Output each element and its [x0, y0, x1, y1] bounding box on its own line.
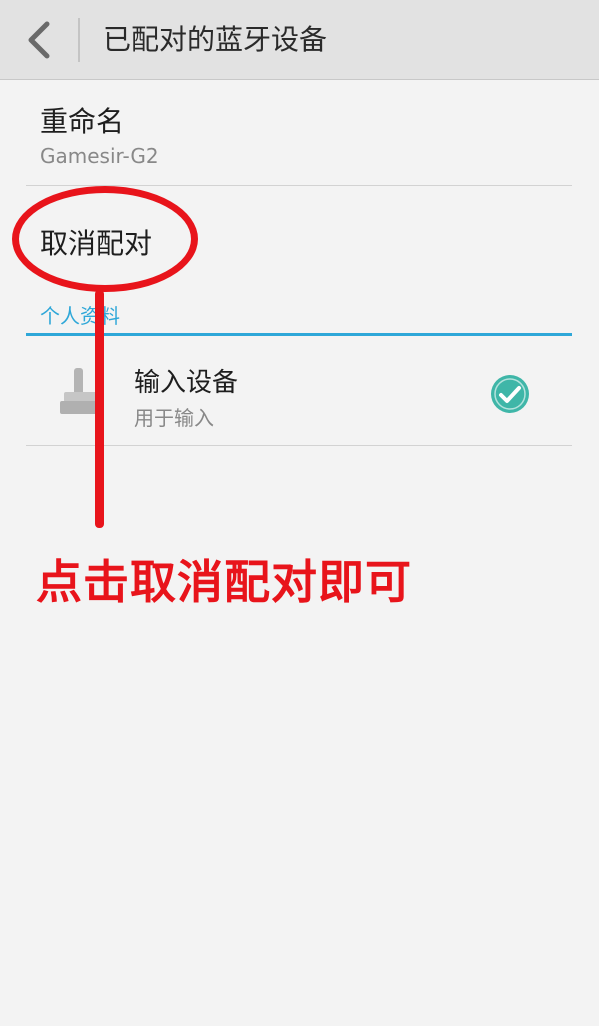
joystick-icon [60, 368, 100, 414]
header-divider [78, 18, 80, 62]
input-device-title: 输入设备 [134, 368, 239, 398]
unpair-label: 取消配对 [40, 227, 153, 260]
section-title: 个人资料 [40, 304, 120, 328]
unpair-item[interactable]: 取消配对 [26, 188, 572, 288]
input-device-item[interactable]: 输入设备 用于输入 [26, 338, 572, 446]
profiles-section-header: 个人资料 [26, 296, 572, 336]
rename-item[interactable]: 重命名 Gamesir-G2 [26, 82, 572, 186]
back-button[interactable] [14, 14, 62, 66]
chevron-left-icon [28, 21, 50, 59]
title-bar: 已配对的蓝牙设备 [0, 0, 599, 80]
page-title: 已配对的蓝牙设备 [103, 23, 328, 56]
device-name: Gamesir-G2 [40, 144, 159, 168]
input-device-subtitle: 用于输入 [134, 406, 214, 430]
rename-label: 重命名 [40, 105, 125, 138]
annotation-text: 点击取消配对即可 [36, 555, 412, 609]
checkmark-checkbox-icon[interactable] [490, 374, 530, 414]
